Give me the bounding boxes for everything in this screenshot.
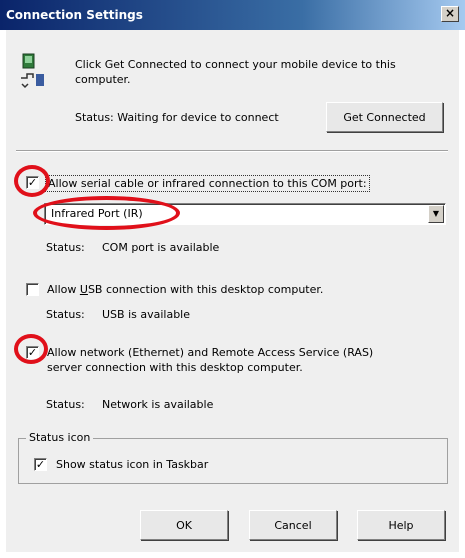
ok-label: OK <box>176 518 192 532</box>
ok-button[interactable]: OK <box>140 510 228 540</box>
usb-label: Allow USB connection with this desktop c… <box>47 283 324 296</box>
serial-label: Allow serial cable or infrared connectio… <box>45 175 370 192</box>
annotation-circle-serial <box>14 165 50 197</box>
usb-status-label: Status: <box>46 308 85 321</box>
device-sync-icon <box>18 52 46 92</box>
serial-status-label: Status: <box>46 241 85 254</box>
annotation-oval-port <box>33 196 180 230</box>
get-connected-button[interactable]: Get Connected <box>326 102 443 132</box>
annotation-circle-network <box>14 334 48 364</box>
network-label-line-1: Allow network (Ethernet) and Remote Acce… <box>47 346 374 359</box>
usb-status-value: USB is available <box>102 308 191 321</box>
network-label-line-2: server connection with this desktop comp… <box>47 361 303 374</box>
chevron-down-icon[interactable]: ▼ <box>428 205 444 223</box>
status-icon-group-label: Status icon <box>26 431 94 444</box>
network-status-value: Network is available <box>102 398 214 411</box>
title-bar: Connection Settings <box>0 0 465 30</box>
get-connected-label: Get Connected <box>343 110 426 124</box>
help-button[interactable]: Help <box>357 510 445 540</box>
cancel-button[interactable]: Cancel <box>249 510 337 540</box>
intro-line-1: Click Get Connected to connect your mobi… <box>75 58 396 71</box>
serial-status-value: COM port is available <box>102 241 220 254</box>
intro-line-2: computer. <box>75 73 131 86</box>
taskbar-icon-label: Show status icon in Taskbar <box>56 458 209 471</box>
help-label: Help <box>388 518 414 532</box>
usb-checkbox[interactable] <box>26 283 39 296</box>
taskbar-icon-checkbox[interactable]: ✓ <box>34 458 47 471</box>
window-title: Connection Settings <box>6 8 143 22</box>
divider <box>16 150 448 152</box>
cancel-label: Cancel <box>274 518 312 532</box>
close-button[interactable]: × <box>441 6 459 22</box>
connection-status-text: Status: Waiting for device to connect <box>75 111 279 124</box>
network-status-label: Status: <box>46 398 85 411</box>
